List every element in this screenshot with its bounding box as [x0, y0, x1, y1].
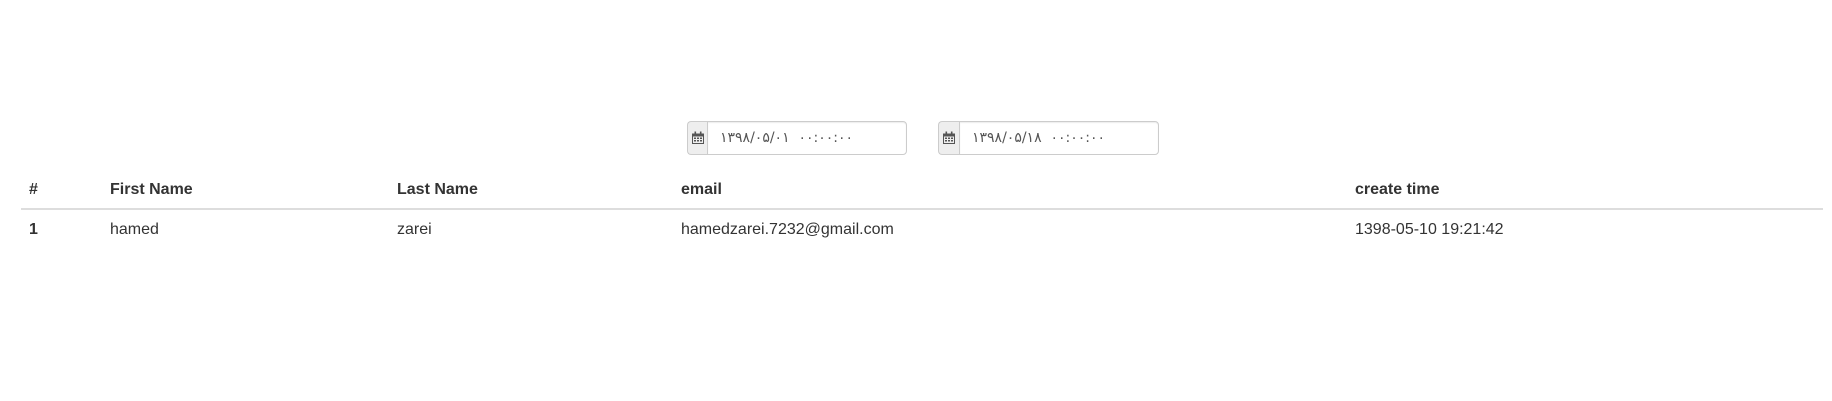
from-date-calendar-button[interactable] [687, 121, 707, 155]
from-date-picker [687, 121, 907, 155]
column-header-email: email [673, 172, 1347, 210]
users-table: # First Name Last Name email create time… [21, 172, 1823, 249]
cell-create-time: 1398-05-10 19:21:42 [1355, 220, 1504, 238]
table-row: 1 hamed zarei hamedzarei.7232@gmail.com … [21, 209, 1823, 249]
column-header-last-name: Last Name [389, 172, 673, 210]
cell-first-name: hamed [110, 220, 159, 238]
cell-row-number: 1 [29, 220, 38, 238]
to-date-picker [938, 121, 1159, 155]
from-date-input[interactable] [707, 121, 907, 155]
cell-email: hamedzarei.7232@gmail.com [681, 220, 894, 238]
calendar-icon [691, 131, 704, 144]
to-date-calendar-button[interactable] [938, 121, 959, 155]
cell-last-name: zarei [397, 220, 432, 238]
column-header-create-time: create time [1347, 172, 1823, 210]
calendar-icon [943, 131, 955, 144]
column-header-first-name: First Name [102, 172, 389, 210]
to-date-input[interactable] [959, 121, 1159, 155]
date-filters [0, 121, 1832, 155]
table-body: 1 hamed zarei hamedzarei.7232@gmail.com … [21, 209, 1823, 249]
column-header-number: # [21, 172, 102, 210]
table-header-row: # First Name Last Name email create time [21, 172, 1823, 210]
table-header: # First Name Last Name email create time [21, 172, 1823, 210]
